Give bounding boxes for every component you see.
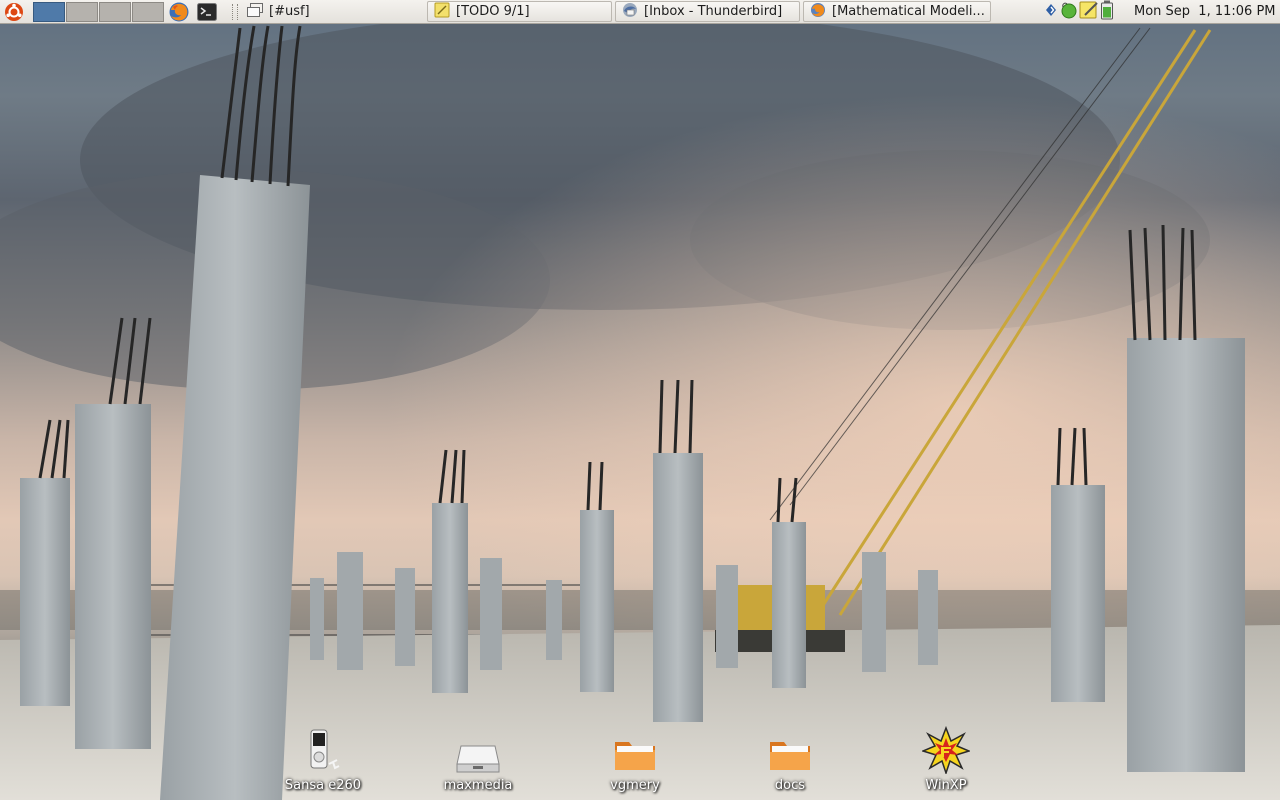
desktop-icon-maxmedia[interactable]: maxmedia bbox=[423, 722, 533, 793]
workspace-3[interactable] bbox=[99, 2, 131, 22]
workspace-1[interactable] bbox=[33, 2, 65, 22]
battery-icon[interactable] bbox=[1100, 0, 1114, 24]
folder-icon bbox=[611, 722, 659, 774]
notes-applet-icon[interactable] bbox=[1079, 1, 1099, 23]
task-label: [Mathematical Modeli... bbox=[832, 4, 985, 19]
window-generic-icon bbox=[247, 2, 263, 21]
folder-icon bbox=[766, 722, 814, 774]
desktop-icon-vgmery[interactable]: vgmery bbox=[580, 722, 690, 793]
terminal-launcher-icon[interactable] bbox=[195, 0, 219, 23]
tasklist-handle[interactable] bbox=[232, 4, 238, 20]
top-panel: [#usf] [TODO 9/1] [Inbox - Thunderbird] bbox=[0, 0, 1280, 24]
firefox-launcher-icon[interactable] bbox=[167, 0, 191, 23]
firefox-icon bbox=[810, 2, 826, 21]
desktop-icon-label: WinXP bbox=[925, 778, 967, 793]
drive-icon bbox=[454, 722, 502, 774]
workspace-switcher[interactable] bbox=[33, 2, 165, 22]
desktop-icon-label: vgmery bbox=[610, 778, 660, 793]
desktop-icon-winxp[interactable]: WinXP bbox=[891, 722, 1001, 793]
desktop-icon-docs[interactable]: docs bbox=[735, 722, 845, 793]
task-label: [TODO 9/1] bbox=[456, 4, 530, 19]
media-player-icon bbox=[299, 722, 347, 774]
task-mathematical-modeling[interactable]: [Mathematical Modeli... bbox=[803, 1, 991, 22]
task-usf[interactable]: [#usf] bbox=[240, 1, 424, 22]
task-label: [#usf] bbox=[269, 4, 310, 19]
winxp-starburst-icon bbox=[922, 722, 970, 774]
workspace-4[interactable] bbox=[132, 2, 164, 22]
network-manager-icon[interactable] bbox=[1043, 2, 1059, 22]
notes-icon bbox=[434, 2, 450, 21]
thunderbird-icon bbox=[622, 2, 638, 21]
task-todo[interactable]: [TODO 9/1] bbox=[427, 1, 612, 22]
desktop-icon-label: maxmedia bbox=[443, 778, 513, 793]
clock[interactable]: Mon Sep 1, 11:06 PM bbox=[1134, 0, 1276, 23]
desktop-icon-label: Sansa e260 bbox=[284, 778, 362, 793]
wallpaper bbox=[0, 10, 1280, 800]
ubuntu-logo-icon[interactable] bbox=[2, 0, 26, 23]
notification-area bbox=[1043, 0, 1114, 24]
task-label: [Inbox - Thunderbird] bbox=[644, 4, 783, 19]
task-thunderbird[interactable]: [Inbox - Thunderbird] bbox=[615, 1, 800, 22]
desktop-icon-sansa-e260[interactable]: Sansa e260 bbox=[268, 722, 378, 793]
desktop[interactable]: [#usf] [TODO 9/1] [Inbox - Thunderbird] bbox=[0, 0, 1280, 800]
status-online-icon[interactable] bbox=[1060, 1, 1078, 23]
workspace-2[interactable] bbox=[66, 2, 98, 22]
desktop-icon-label: docs bbox=[774, 778, 806, 793]
